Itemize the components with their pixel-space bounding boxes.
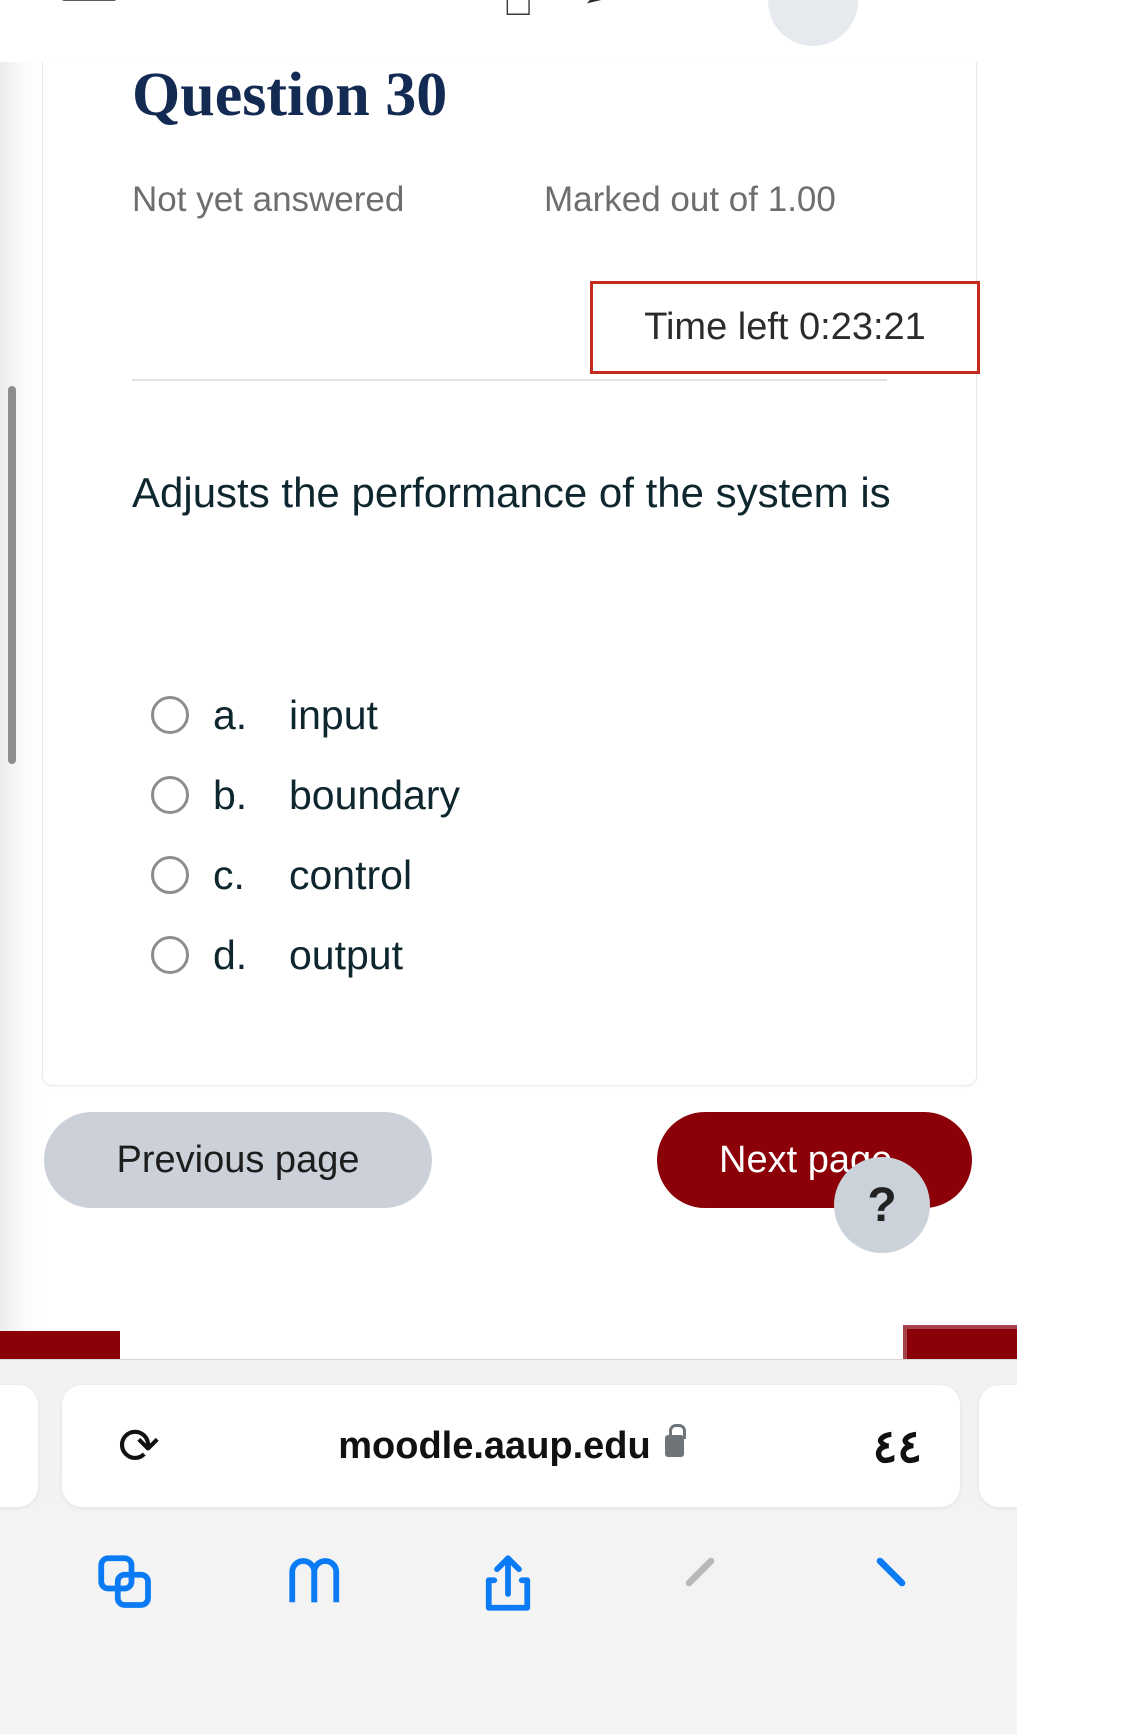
question-marks: Marked out of 1.00: [544, 180, 836, 219]
share-icon[interactable]: [475, 1550, 541, 1621]
user-avatar[interactable]: [768, 0, 858, 46]
answer-option-d[interactable]: d. output: [151, 915, 931, 995]
radio-icon-d[interactable]: [151, 936, 189, 974]
answer-options: a. input b. boundary c. control d. outpu…: [151, 675, 931, 995]
page-title: Question 30: [132, 61, 448, 129]
answer-letter-d: d.: [213, 931, 248, 978]
back-icon[interactable]: [667, 1550, 733, 1621]
answer-label-c: control: [289, 851, 413, 898]
answer-option-a[interactable]: a. input: [151, 675, 931, 755]
browser-bottom-chrome: ⟳ moodle.aaup.edu ٤٤: [0, 1359, 1017, 1734]
answer-label-b: boundary: [289, 771, 460, 818]
answer-label-a: input: [289, 691, 378, 738]
question-meta: Not yet answered Marked out of 1.00: [132, 180, 932, 220]
question-state: Not yet answered: [132, 180, 405, 219]
tabs-icon[interactable]: [93, 1550, 159, 1621]
url-bar[interactable]: ⟳ moodle.aaup.edu ٤٤: [62, 1385, 960, 1507]
adjacent-tab-right[interactable]: [979, 1385, 1017, 1507]
top-nav-strip: ⎕ ➤: [0, 0, 1017, 62]
screen-root: ⎕ ➤ Question 30 Not yet answered Marked …: [0, 0, 1017, 1734]
answer-option-c[interactable]: c. control: [151, 835, 931, 915]
quiz-timer: Time left 0:23:21: [590, 281, 980, 374]
hamburger-menu-icon[interactable]: [62, 0, 116, 1]
adjacent-tab-left[interactable]: [0, 1385, 38, 1507]
divider: [132, 379, 887, 381]
forward-icon[interactable]: [858, 1550, 924, 1621]
clipboard-icon[interactable]: ⎕: [505, 0, 531, 26]
quiz-timer-text: Time left 0:23:21: [644, 306, 926, 348]
tab-count[interactable]: ٤٤: [873, 1419, 922, 1473]
answer-letter-b: b.: [213, 771, 248, 818]
help-button[interactable]: ?: [834, 1157, 930, 1253]
answer-label-d: output: [289, 931, 403, 978]
question-card: Question 30 Not yet answered Marked out …: [42, 61, 980, 1086]
lock-icon: [664, 1424, 686, 1457]
vertical-scrollbar[interactable]: [8, 386, 16, 764]
question-text: Adjusts the performance of the system is: [132, 469, 891, 516]
answer-letter-c: c.: [213, 851, 245, 898]
answer-letter-a: a.: [213, 691, 248, 738]
answer-option-b[interactable]: b. boundary: [151, 755, 931, 835]
chevron-right-icon[interactable]: ➤: [581, 0, 623, 19]
radio-icon-b[interactable]: [151, 776, 189, 814]
radio-icon-a[interactable]: [151, 696, 189, 734]
radio-icon-c[interactable]: [151, 856, 189, 894]
previous-page-button[interactable]: Previous page: [44, 1112, 432, 1208]
bookmarks-icon[interactable]: [284, 1550, 350, 1621]
browser-toolbar: [0, 1550, 1017, 1650]
footer-accent-bar-right: [903, 1325, 1017, 1359]
url-text: moodle.aaup.edu: [338, 1424, 651, 1467]
url-center-group: moodle.aaup.edu: [62, 1424, 960, 1468]
footer-accent-bar-left: [0, 1331, 120, 1359]
